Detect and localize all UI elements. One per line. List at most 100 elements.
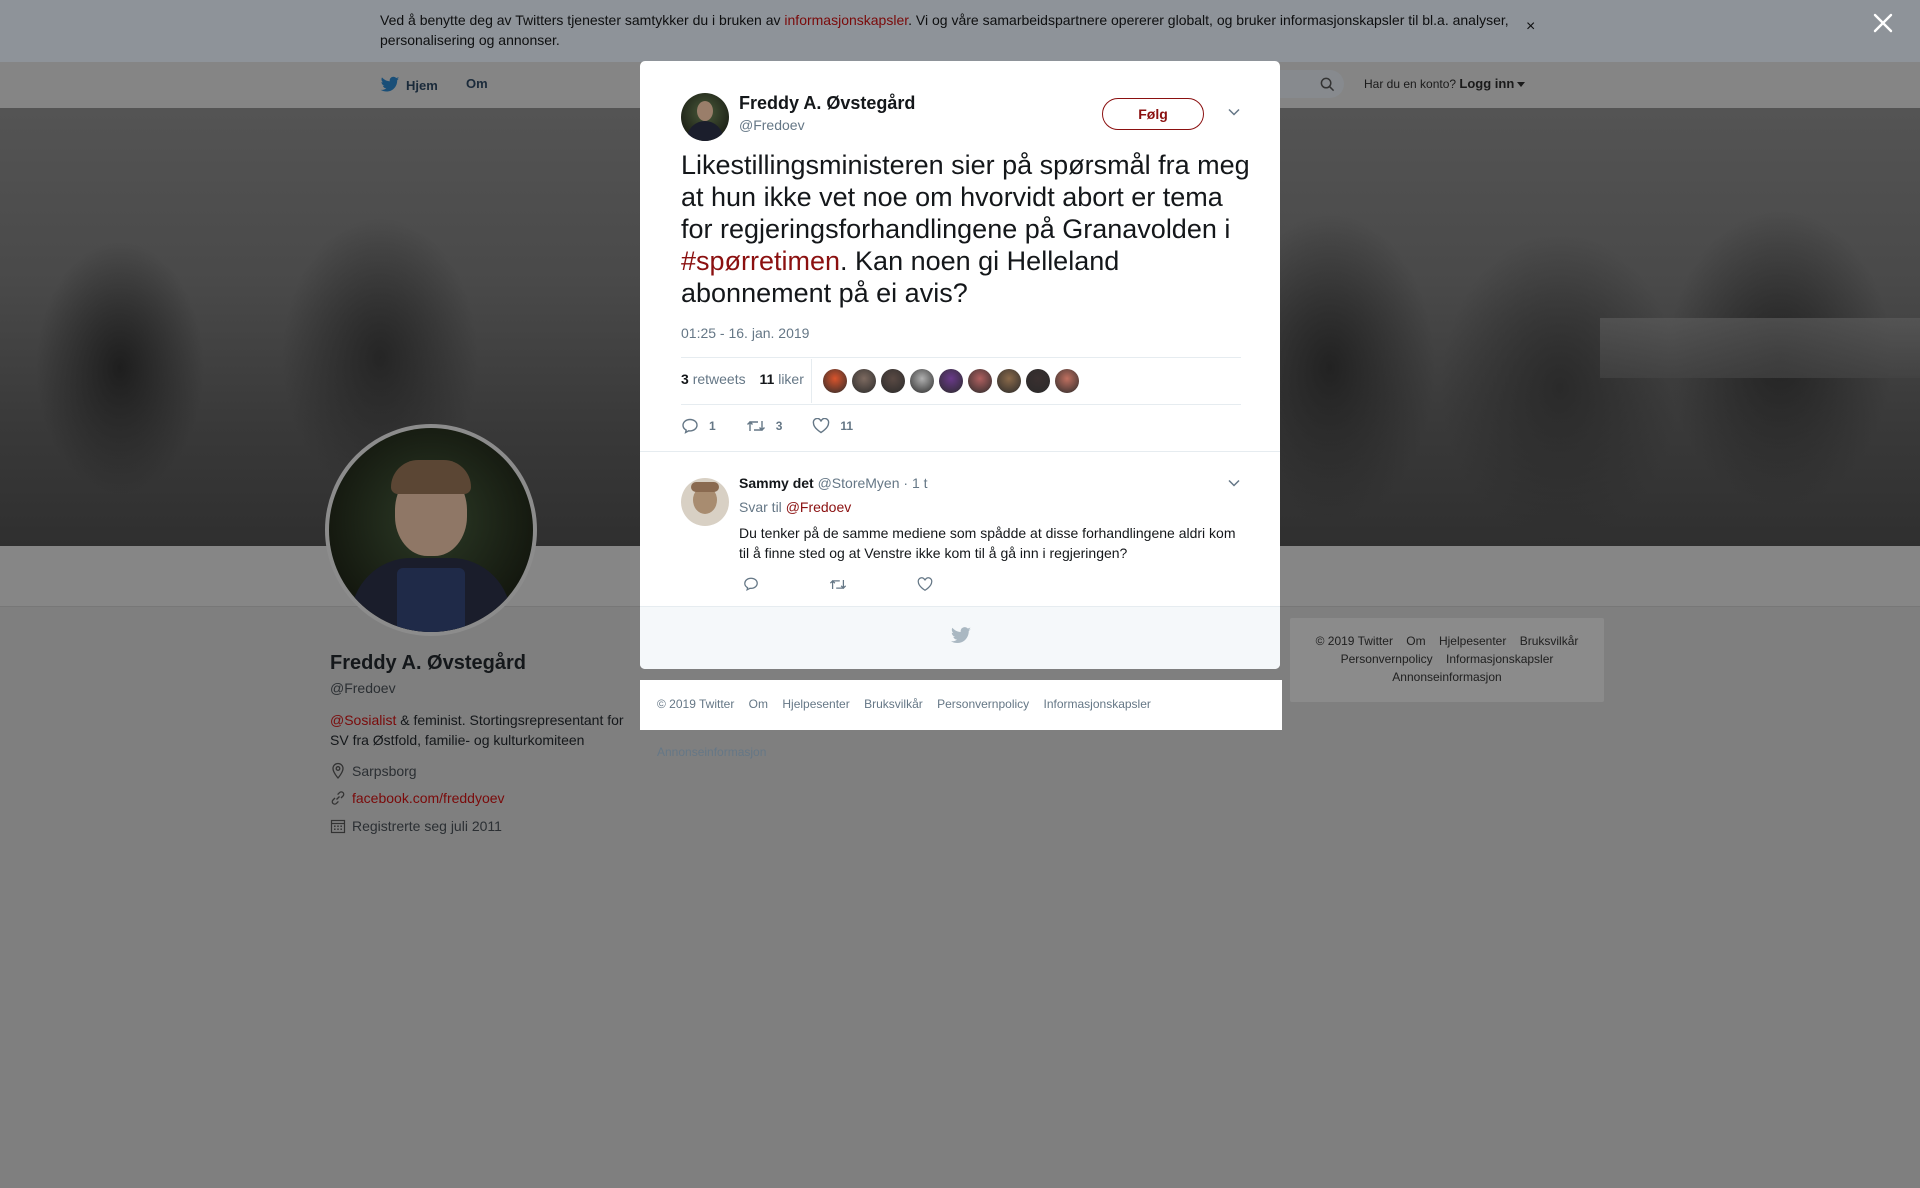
profile-joined: Registrerte seg juli 2011 xyxy=(330,818,502,834)
reply-to-label: Svar til xyxy=(739,499,782,515)
footer-link-cookies[interactable]: Informasjonskapsler xyxy=(1044,697,1151,711)
side-footer-row-3: Annonseinformasjon xyxy=(1290,668,1604,686)
modal-footer-links: © 2019 Twitter Om Hjelpesenter Bruksvilk… xyxy=(640,680,1282,759)
reply-retweet-action[interactable] xyxy=(829,576,857,592)
cookie-text-before: Ved å benytte deg av Twitters tjenester … xyxy=(380,12,785,28)
tweet-actions: 1 3 11 xyxy=(681,417,883,435)
reply-actions xyxy=(743,576,1003,592)
liker-avatar[interactable] xyxy=(881,369,905,393)
footer-link-help[interactable]: Hjelpesenter xyxy=(782,697,849,711)
reply-author-avatar[interactable] xyxy=(681,478,729,526)
side-footer-link-ads[interactable]: Annonseinformasjon xyxy=(1392,670,1501,684)
profile-name: Freddy A. Øvstegård xyxy=(330,652,526,674)
liker-avatar[interactable] xyxy=(910,369,934,393)
tweet-author-name[interactable]: Freddy A. Øvstegård xyxy=(739,93,915,114)
divider xyxy=(681,404,1241,405)
cookie-banner: Ved å benytte deg av Twitters tjenester … xyxy=(0,0,1920,62)
modal-footer-area xyxy=(640,606,1280,669)
liker-avatar[interactable] xyxy=(1055,369,1079,393)
side-footer-link-cookies[interactable]: Informasjonskapsler xyxy=(1446,652,1553,666)
heart-icon xyxy=(813,418,830,434)
bio-mention-link[interactable]: @Sosialist xyxy=(330,712,396,728)
hashtag-link[interactable]: #spørretimen xyxy=(681,246,840,276)
liker-avatar[interactable] xyxy=(852,369,876,393)
tweet-timestamp[interactable]: 01:25 - 16. jan. 2019 xyxy=(681,325,809,341)
divider xyxy=(640,451,1280,452)
likes-stat[interactable]: 11 liker xyxy=(760,371,804,387)
search-icon xyxy=(1320,77,1335,92)
reply-to: Svar til @Fredoev xyxy=(739,499,851,515)
website-link[interactable]: facebook.com/freddyoev xyxy=(352,790,505,806)
nav-about-label: Om xyxy=(466,76,488,91)
tweet-author-avatar[interactable] xyxy=(681,93,729,141)
retweet-icon xyxy=(829,579,847,589)
joined-text: Registrerte seg juli 2011 xyxy=(352,818,502,834)
side-footer-link-terms[interactable]: Bruksvilkår xyxy=(1520,634,1579,648)
side-footer-row-2: Personvernpolicy Informasjonskapsler xyxy=(1290,650,1604,668)
chevron-down-icon[interactable] xyxy=(1517,82,1526,88)
tweet-stats: 3 retweets 11 liker xyxy=(681,371,804,387)
reply-to-link[interactable]: @Fredoev xyxy=(786,499,852,515)
side-footer-link-about[interactable]: Om xyxy=(1406,634,1425,648)
retweet-action[interactable]: 3 xyxy=(746,418,783,434)
reply-author-name[interactable]: Sammy det xyxy=(739,475,814,491)
chevron-down-icon[interactable] xyxy=(1227,478,1241,488)
tweet-text-before: Likestillingsministeren sier på spørsmål… xyxy=(681,150,1250,244)
tweet-text: Likestillingsministeren sier på spørsmål… xyxy=(681,149,1251,309)
nav-home[interactable]: Hjem xyxy=(380,76,438,94)
profile-avatar[interactable] xyxy=(325,424,537,636)
twitter-bird-icon xyxy=(951,627,971,644)
side-footer-link-help[interactable]: Hjelpesenter xyxy=(1439,634,1506,648)
divider xyxy=(811,359,812,403)
divider xyxy=(681,357,1241,358)
chevron-down-icon[interactable] xyxy=(1227,107,1241,117)
footer-link-terms[interactable]: Bruksvilkår xyxy=(864,697,923,711)
retweets-label: retweets xyxy=(692,371,746,387)
cookie-close-button[interactable]: × xyxy=(1526,18,1535,36)
side-footer-copyright: © 2019 Twitter xyxy=(1315,634,1393,648)
like-action[interactable]: 11 xyxy=(812,418,853,434)
login-button[interactable]: Logg inn xyxy=(1459,76,1514,91)
reply-header: Sammy det @StoreMyen · 1 t xyxy=(739,475,928,491)
heart-icon xyxy=(917,576,933,591)
link-icon xyxy=(331,791,345,805)
profile-handle[interactable]: @Fredoev xyxy=(330,680,396,696)
cookie-link[interactable]: informasjonskapsler xyxy=(784,12,908,28)
liker-avatar[interactable] xyxy=(939,369,963,393)
profile-bio: @Sosialist & feminist. Stortingsrepresen… xyxy=(330,710,630,750)
liker-avatar[interactable] xyxy=(1026,369,1050,393)
reply-action[interactable]: 1 xyxy=(681,417,716,435)
nav-about[interactable]: Om xyxy=(466,76,488,91)
retweet-count: 3 xyxy=(775,419,783,433)
login-area: Har du en konto? Logg inn xyxy=(1364,76,1526,91)
location-pin-icon xyxy=(332,762,344,779)
like-count: 11 xyxy=(840,419,854,433)
retweets-stat[interactable]: 3 retweets xyxy=(681,371,746,387)
reply-author-handle[interactable]: @StoreMyen xyxy=(818,475,900,491)
retweet-icon xyxy=(746,421,765,431)
profile-website: facebook.com/freddyoev xyxy=(330,790,505,806)
reply-reply-action[interactable] xyxy=(743,576,769,592)
likes-label: liker xyxy=(778,371,804,387)
likes-count: 11 xyxy=(759,371,775,387)
footer-link-about[interactable]: Om xyxy=(749,697,768,711)
nav-home-label: Hjem xyxy=(406,77,438,93)
cookie-text: Ved å benytte deg av Twitters tjenester … xyxy=(380,10,1510,50)
reply-time[interactable]: · 1 t xyxy=(903,475,927,491)
follow-button[interactable]: Følg xyxy=(1102,98,1204,130)
twitter-bird-icon xyxy=(380,76,400,92)
banner-sea xyxy=(1600,318,1920,378)
footer-link-ads[interactable]: Annonseinformasjon xyxy=(657,745,766,759)
reply-like-action[interactable] xyxy=(917,576,943,592)
reply-icon xyxy=(682,418,698,434)
login-prompt: Har du en konto? xyxy=(1364,77,1457,91)
liker-avatar[interactable] xyxy=(968,369,992,393)
side-footer-link-privacy[interactable]: Personvernpolicy xyxy=(1341,652,1433,666)
footer-link-privacy[interactable]: Personvernpolicy xyxy=(937,697,1029,711)
liker-avatar[interactable] xyxy=(997,369,1021,393)
liker-avatar[interactable] xyxy=(823,369,847,393)
tweet-author-handle[interactable]: @Fredoev xyxy=(739,117,805,133)
likers-avatars xyxy=(823,369,1084,393)
retweets-count: 3 xyxy=(681,371,689,387)
close-icon[interactable] xyxy=(1872,12,1894,34)
